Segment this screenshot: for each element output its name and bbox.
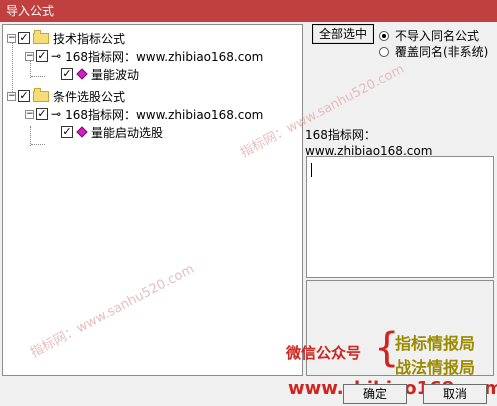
key-icon: ⊸ [51, 107, 62, 121]
collapse-toggle[interactable]: − [7, 33, 16, 43]
radio-no-import[interactable]: 不导入同名公式 [379, 27, 479, 44]
tree-node-label: 量能波动 [91, 67, 140, 82]
radio-dot[interactable] [379, 30, 389, 41]
tree-node-168-indicator-2[interactable]: − ✓ ⊸ 168指标网：www.zhibiao168.com [25, 105, 263, 123]
radio-dot[interactable] [379, 46, 389, 57]
collapse-toggle[interactable]: − [25, 51, 34, 61]
tree-node-tech-formulas[interactable]: − ✓ 技术指标公式 [7, 29, 125, 47]
select-all-button[interactable]: 全部选中 [312, 24, 374, 44]
formula-tree[interactable]: − ✓ 技术指标公式 − ✓ ⊸ 168指标网：www.zhibiao168.c… [2, 24, 303, 376]
checkbox[interactable]: ✓ [36, 108, 48, 120]
promo-line1: 指标情报局 [395, 334, 476, 353]
tree-node-label: 168指标网：www.zhibiao168.com [65, 107, 264, 122]
tree-node-label: 条件选股公式 [53, 89, 126, 104]
radio-label: 不导入同名公式 [395, 29, 480, 43]
ok-button[interactable]: 确定 [343, 384, 407, 404]
promo-line2: 战法情报局 [395, 358, 476, 377]
folder-icon [33, 87, 49, 102]
key-icon: ⊸ [51, 49, 62, 63]
tree-node-volume-wave[interactable]: ✓ 量能波动 [61, 65, 139, 83]
checkbox[interactable]: ✓ [18, 90, 30, 102]
radio-label: 覆盖同名(非系统) [395, 45, 489, 59]
tree-node-volume-start[interactable]: ✓ 量能启动选股 [61, 123, 163, 141]
text-cursor [311, 163, 312, 177]
formula-description: 168指标网： www.zhibiao168.com [305, 126, 493, 160]
checkbox[interactable]: ✓ [61, 68, 73, 80]
collapse-toggle[interactable]: − [25, 109, 34, 119]
checkbox[interactable]: ✓ [18, 32, 30, 44]
checkbox[interactable]: ✓ [61, 126, 73, 138]
collapse-toggle[interactable]: − [7, 91, 16, 101]
tree-node-screen-formulas[interactable]: − ✓ 条件选股公式 [7, 87, 125, 105]
cancel-button[interactable]: 取消 [423, 384, 487, 404]
tree-node-label: 量能启动选股 [91, 125, 164, 140]
window-title: 导入公式 [0, 0, 497, 22]
radio-overwrite[interactable]: 覆盖同名(非系统) [379, 43, 488, 60]
folder-icon [33, 29, 49, 44]
checkbox[interactable]: ✓ [36, 50, 48, 62]
tree-node-label: 168指标网：www.zhibiao168.com [65, 49, 264, 64]
formula-icon [76, 126, 88, 138]
formula-text-area[interactable] [306, 156, 494, 278]
tree-node-label: 技术指标公式 [53, 31, 126, 46]
tree-node-168-indicator[interactable]: − ✓ ⊸ 168指标网：www.zhibiao168.com [25, 47, 263, 65]
formula-icon [76, 68, 88, 80]
promo-wechat: 微信公众号 [286, 344, 362, 362]
